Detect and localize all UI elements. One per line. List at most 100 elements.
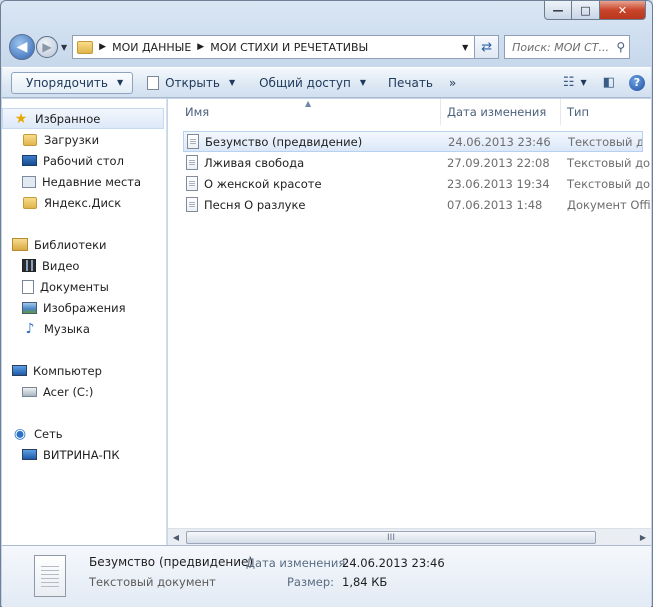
sidebar-item-video[interactable]: Видео [2,255,166,276]
chevron-down-icon[interactable]: ▼ [581,78,587,87]
horizontal-scrollbar[interactable]: ◀ III ▶ [168,528,651,545]
library-icon [12,238,28,251]
back-button[interactable]: ◀ [9,34,35,60]
sidebar-item-network-pc[interactable]: ВИТРИНА-ПК [2,444,166,465]
sidebar-item-label: ВИТРИНА-ПК [43,447,120,462]
sidebar-item-label: Недавние места [42,174,142,189]
text-file-icon [186,155,198,170]
file-list-pane: ▲ Имя Дата изменения Тип Безумство (пред… [168,99,651,545]
help-icon[interactable]: ? [629,74,645,91]
file-name-cell: О женской красоте [168,176,441,191]
star-icon: ★ [14,110,28,127]
details-file-type: Текстовый документ [89,575,216,589]
details-size-label: Размер: [286,575,334,589]
file-type: Текстовый документ [567,176,651,191]
music-note-icon: ♪ [25,320,35,337]
close-button[interactable]: ✕ [600,1,646,20]
minimize-button[interactable]: — [544,1,572,20]
file-row[interactable]: О женской красоте 23.06.2013 19:34 Текст… [168,173,651,194]
video-icon [22,259,36,272]
file-name: Безумство (предвидение) [205,134,363,149]
sidebar-item-libraries[interactable]: Библиотеки [2,234,166,255]
print-button[interactable]: Печать [380,72,441,94]
address-bar[interactable]: ▶ МОИ ДАННЫЕ ▶ МОИ СТИХИ И РЕЧЕТАТИВЫ ▼ [72,35,476,59]
sidebar-item-label: Сеть [34,426,63,441]
explorer-window: — □ ✕ ◀ ▶ ▼ ▶ МОИ ДАННЫЕ ▶ МОИ СТИХИ И Р… [0,0,653,607]
search-input[interactable]: Поиск: МОИ СТ... ⚲ [504,35,631,59]
file-name-cell: Безумство (предвидение) [184,134,442,149]
column-headers: ▲ Имя Дата изменения Тип [168,99,651,125]
preview-pane-icon[interactable]: ◧ [603,75,615,90]
open-button[interactable]: Открыть ▼ [139,72,243,94]
pictures-icon [22,301,37,314]
forward-button[interactable]: ▶ [36,36,58,58]
breadcrumb-item[interactable]: МОИ СТИХИ И РЕЧЕТАТИВЫ [210,41,368,54]
share-label: Общий доступ [259,75,351,90]
sidebar-item-label: Acer (C:) [43,384,94,399]
scroll-left-icon[interactable]: ◀ [168,533,184,542]
sidebar-item-label: Видео [42,258,80,273]
chevron-down-icon: ▼ [228,78,236,87]
sidebar-item-computer[interactable]: Компьютер [2,360,166,381]
column-header-date[interactable]: Дата изменения [441,99,561,125]
file-type: Документ Office [567,197,651,212]
sort-ascending-icon: ▲ [305,99,312,108]
scroll-right-icon[interactable]: ▶ [635,533,651,542]
sidebar-item-yandex-disk[interactable]: Яндекс.Диск [2,192,166,213]
sidebar-item-label: Музыка [44,321,90,336]
sidebar-item-label: Избранное [35,111,101,126]
refresh-button[interactable]: ⇄ [475,35,500,59]
breadcrumb-item[interactable]: МОИ ДАННЫЕ [112,41,191,54]
scrollbar-thumb[interactable]: III [186,531,596,544]
text-file-large-icon [34,555,66,597]
sidebar-item-drive-c[interactable]: Acer (C:) [2,381,166,402]
search-icon[interactable]: ⚲ [616,40,625,54]
sidebar-item-recent[interactable]: Недавние места [2,171,166,192]
scrollbar-grip: III [387,532,395,543]
file-date: 24.06.2013 23:46 [448,134,551,149]
organize-label: Упорядочить [26,75,108,90]
more-commands-button[interactable]: » [441,72,464,94]
breadcrumb-arrow-icon[interactable]: ▶ [197,42,204,52]
arrow-right-icon: ▶ [42,40,52,54]
file-row[interactable]: Безумство (предвидение) 24.06.2013 23:46… [183,131,643,152]
organize-button[interactable]: Упорядочить ▼ [11,71,134,94]
computer-icon [12,365,27,376]
maximize-button[interactable]: □ [572,1,600,20]
share-button[interactable]: Общий доступ ▼ [251,72,374,94]
file-row[interactable]: Лживая свобода 27.09.2013 22:08 Текстовы… [168,152,651,173]
file-row[interactable]: Песня О разлуке 07.06.2013 1:48 Документ… [168,194,651,215]
command-bar: Упорядочить ▼ Открыть ▼ Общий доступ ▼ П… [2,67,651,98]
view-options-icon[interactable]: ☷ [563,75,575,90]
sidebar-item-desktop[interactable]: Рабочий стол [2,150,166,171]
sidebar-item-network[interactable]: ◉ Сеть [2,423,166,444]
toolbar-right: ☷ ▼ ◧ ? [557,74,651,91]
sidebar-item-images[interactable]: Изображения [2,297,166,318]
documents-icon [22,279,34,294]
file-type: Текстовый документ [567,155,651,170]
sidebar-item-label: Рабочий стол [43,153,124,168]
chevron-down-icon: ▼ [116,78,124,87]
sidebar-item-label: Компьютер [33,363,102,378]
open-label: Открыть [165,75,220,90]
file-name-cell: Песня О разлуке [168,197,441,212]
chevron-down-icon: ▼ [359,78,366,87]
recent-pages-dropdown[interactable]: ▼ [61,43,67,52]
sidebar-item-label: Изображения [43,300,126,315]
sidebar-item-music[interactable]: ♪ Музыка [2,318,166,339]
sidebar-item-documents[interactable]: Документы [2,276,166,297]
file-name-cell: Лживая свобода [168,155,441,170]
column-header-type[interactable]: Тип [561,99,651,125]
sidebar-item-downloads[interactable]: Загрузки [2,129,166,150]
breadcrumb-arrow-icon[interactable]: ▶ [99,42,106,52]
desktop-icon [22,155,37,166]
address-dropdown-icon[interactable]: ▼ [456,43,474,52]
sidebar-item-favorites[interactable]: ★ Избранное [2,108,164,129]
sidebar-item-label: Документы [40,279,109,294]
text-file-icon [186,176,198,191]
folder-icon [23,133,37,146]
file-name: Песня О разлуке [204,197,306,212]
file-rows: Безумство (предвидение) 24.06.2013 23:46… [168,125,651,215]
details-modified-label: Дата изменения: [246,556,350,570]
refresh-icon: ⇄ [481,39,493,55]
